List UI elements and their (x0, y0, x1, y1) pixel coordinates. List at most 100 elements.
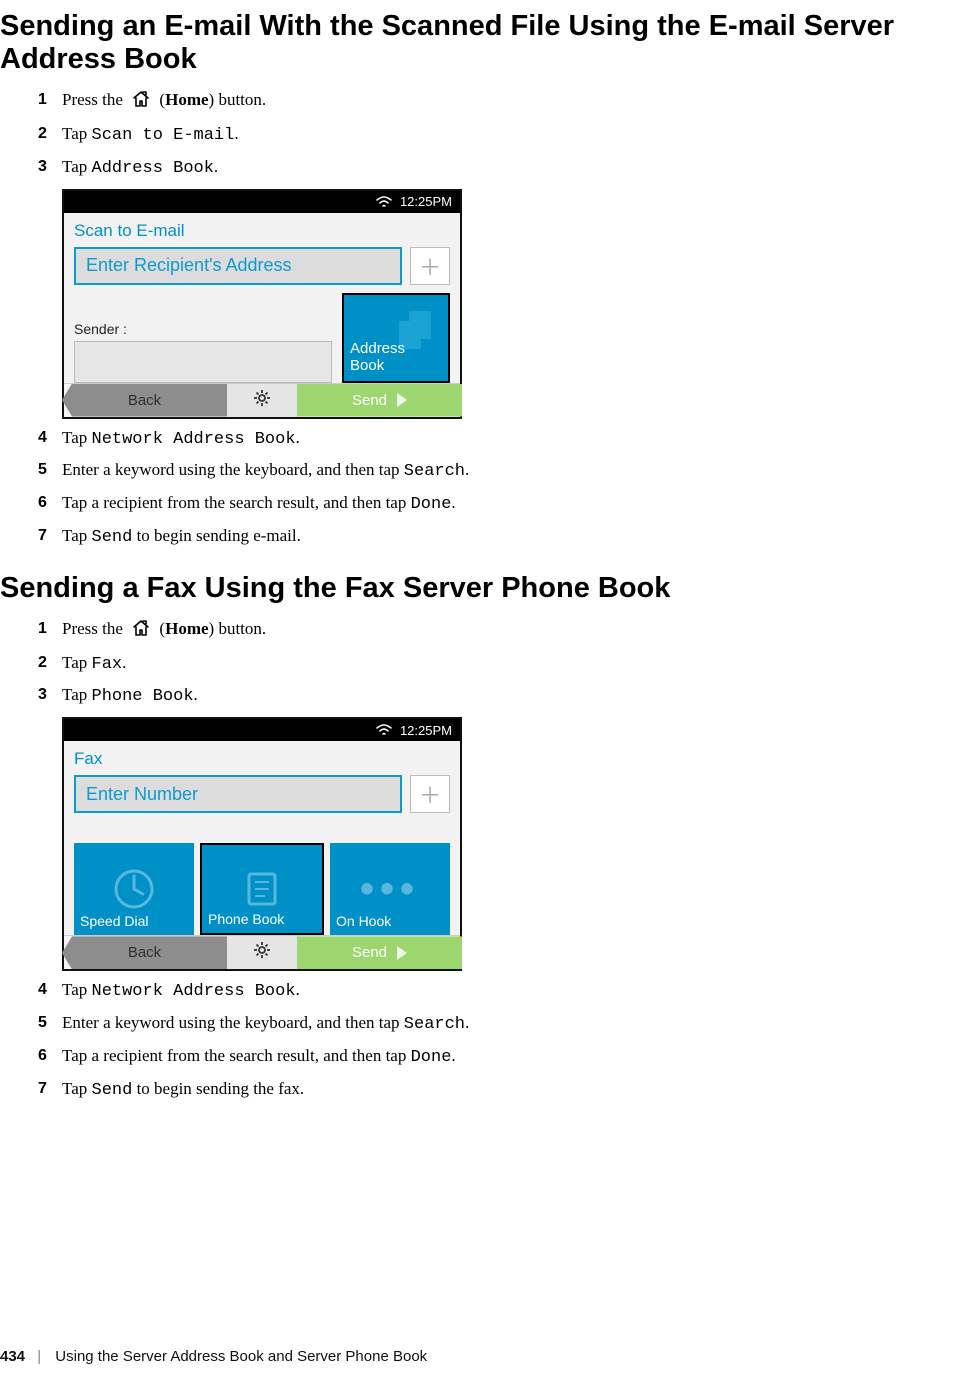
step-7: 7 Tap Send to begin sending the fax. (38, 1078, 928, 1103)
step-text-end: ) button. (209, 90, 267, 109)
section1-title: Sending an E-mail With the Scanned File … (0, 10, 928, 77)
code: Scan to E-mail (92, 126, 235, 145)
status-time: 12:25PM (400, 723, 452, 738)
step-text: Tap (62, 653, 92, 672)
section1-steps: 1 Press the (Home) button. 2 Tap Scan to… (0, 89, 928, 181)
step-5: 5 Enter a keyword using the keyboard, an… (38, 459, 928, 484)
gear-icon (253, 389, 271, 412)
section2-steps-cont: 4 Tap Network Address Book. 5 Enter a ke… (0, 979, 928, 1103)
step-number: 1 (38, 618, 47, 640)
dot: . (465, 1013, 469, 1032)
step-number: 1 (38, 89, 47, 111)
step-text: Tap (62, 980, 92, 999)
recipient-input[interactable]: Enter Recipient's Address (74, 247, 402, 285)
dot: . (451, 493, 455, 512)
step-6: 6 Tap a recipient from the search result… (38, 1045, 928, 1070)
step-text: Tap a recipient from the search result, … (62, 493, 411, 512)
step-text: Tap (62, 157, 92, 176)
speed-dial-label: Speed Dial (80, 913, 149, 929)
phone-book-tile[interactable]: Phone Book (200, 843, 324, 935)
home-icon (131, 619, 151, 644)
sender-label: Sender : (74, 321, 332, 337)
step-1: 1 Press the (Home) button. (38, 89, 928, 115)
step-number: 7 (38, 525, 47, 547)
status-bar: 12:25PM (64, 719, 460, 741)
on-hook-tile[interactable]: ••• On Hook (330, 843, 450, 935)
step-text: Enter a keyword using the keyboard, and … (62, 460, 404, 479)
sender-input[interactable] (74, 341, 332, 383)
code: Search (404, 1015, 465, 1034)
send-arrow-icon (397, 393, 407, 407)
section2-title: Sending a Fax Using the Fax Server Phone… (0, 572, 928, 605)
step-2: 2 Tap Scan to E-mail. (38, 123, 928, 148)
dot: . (122, 653, 126, 672)
status-time: 12:25PM (400, 194, 452, 209)
wifi-icon (376, 196, 392, 208)
step-text: Tap (62, 526, 92, 545)
code: Send (92, 528, 133, 547)
send-button[interactable]: Send (297, 936, 462, 969)
step-4: 4 Tap Network Address Book. (38, 979, 928, 1004)
step-6: 6 Tap a recipient from the search result… (38, 492, 928, 517)
send-label: Send (352, 944, 387, 961)
send-label: Send (352, 392, 387, 409)
dot: . (465, 460, 469, 479)
step-text: Tap (62, 428, 92, 447)
code: Send (92, 1081, 133, 1100)
number-input[interactable]: Enter Number (74, 775, 402, 813)
wifi-icon (376, 724, 392, 736)
step-number: 5 (38, 1012, 47, 1034)
settings-button[interactable] (227, 936, 297, 969)
step-text: Tap (62, 685, 92, 704)
step-number: 7 (38, 1078, 47, 1100)
step-text-end: ) button. (209, 619, 267, 638)
step-number: 4 (38, 979, 47, 1001)
footer-separator: | (37, 1348, 41, 1365)
step-1: 1 Press the (Home) button. (38, 618, 928, 644)
step-text-end: to begin sending the fax. (132, 1079, 304, 1098)
dot: . (194, 685, 198, 704)
send-button[interactable]: Send (297, 384, 462, 417)
code: Address Book (92, 159, 214, 178)
step-text: Press the (62, 90, 127, 109)
ui-fax: 12:25PM Fax Enter Number ＋ Speed Dial (62, 717, 462, 971)
step-text: Enter a keyword using the keyboard, and … (62, 1013, 404, 1032)
step-number: 6 (38, 1045, 47, 1067)
dot: . (296, 428, 300, 447)
step-4: 4 Tap Network Address Book. (38, 427, 928, 452)
code: Done (411, 1048, 452, 1067)
code: Network Address Book (92, 982, 296, 1001)
section1-steps-cont: 4 Tap Network Address Book. 5 Enter a ke… (0, 427, 928, 551)
code: Fax (92, 655, 123, 674)
back-button[interactable]: Back (62, 936, 227, 969)
ui-scan-to-email: 12:25PM Scan to E-mail Enter Recipient's… (62, 189, 462, 419)
step-number: 6 (38, 492, 47, 514)
screen-title: Fax (74, 749, 450, 769)
step-5: 5 Enter a keyword using the keyboard, an… (38, 1012, 928, 1037)
on-hook-label: On Hook (336, 913, 391, 929)
page-footer: 434 | Using the Server Address Book and … (0, 1348, 427, 1365)
home-icon (131, 90, 151, 115)
page-number: 434 (0, 1348, 25, 1365)
gear-icon (253, 941, 271, 964)
step-7: 7 Tap Send to begin sending e-mail. (38, 525, 928, 550)
step-text: Tap (62, 124, 92, 143)
send-arrow-icon (397, 946, 407, 960)
dot: . (214, 157, 218, 176)
step-number: 4 (38, 427, 47, 449)
home-label: Home (165, 619, 208, 638)
back-button[interactable]: Back (62, 384, 227, 417)
step-number: 5 (38, 459, 47, 481)
chapter-title: Using the Server Address Book and Server… (55, 1348, 427, 1365)
section2-steps: 1 Press the (Home) button. 2 Tap Fax. 3 … (0, 618, 928, 710)
step-number: 2 (38, 652, 47, 674)
add-recipient-button[interactable]: ＋ (410, 247, 450, 285)
settings-button[interactable] (227, 384, 297, 417)
step-number: 2 (38, 123, 47, 145)
address-book-tile[interactable]: Address Book (342, 293, 450, 383)
code: Done (411, 495, 452, 514)
screen-title: Scan to E-mail (74, 221, 450, 241)
add-number-button[interactable]: ＋ (410, 775, 450, 813)
address-book-label: Address Book (350, 340, 405, 375)
speed-dial-tile[interactable]: Speed Dial (74, 843, 194, 935)
